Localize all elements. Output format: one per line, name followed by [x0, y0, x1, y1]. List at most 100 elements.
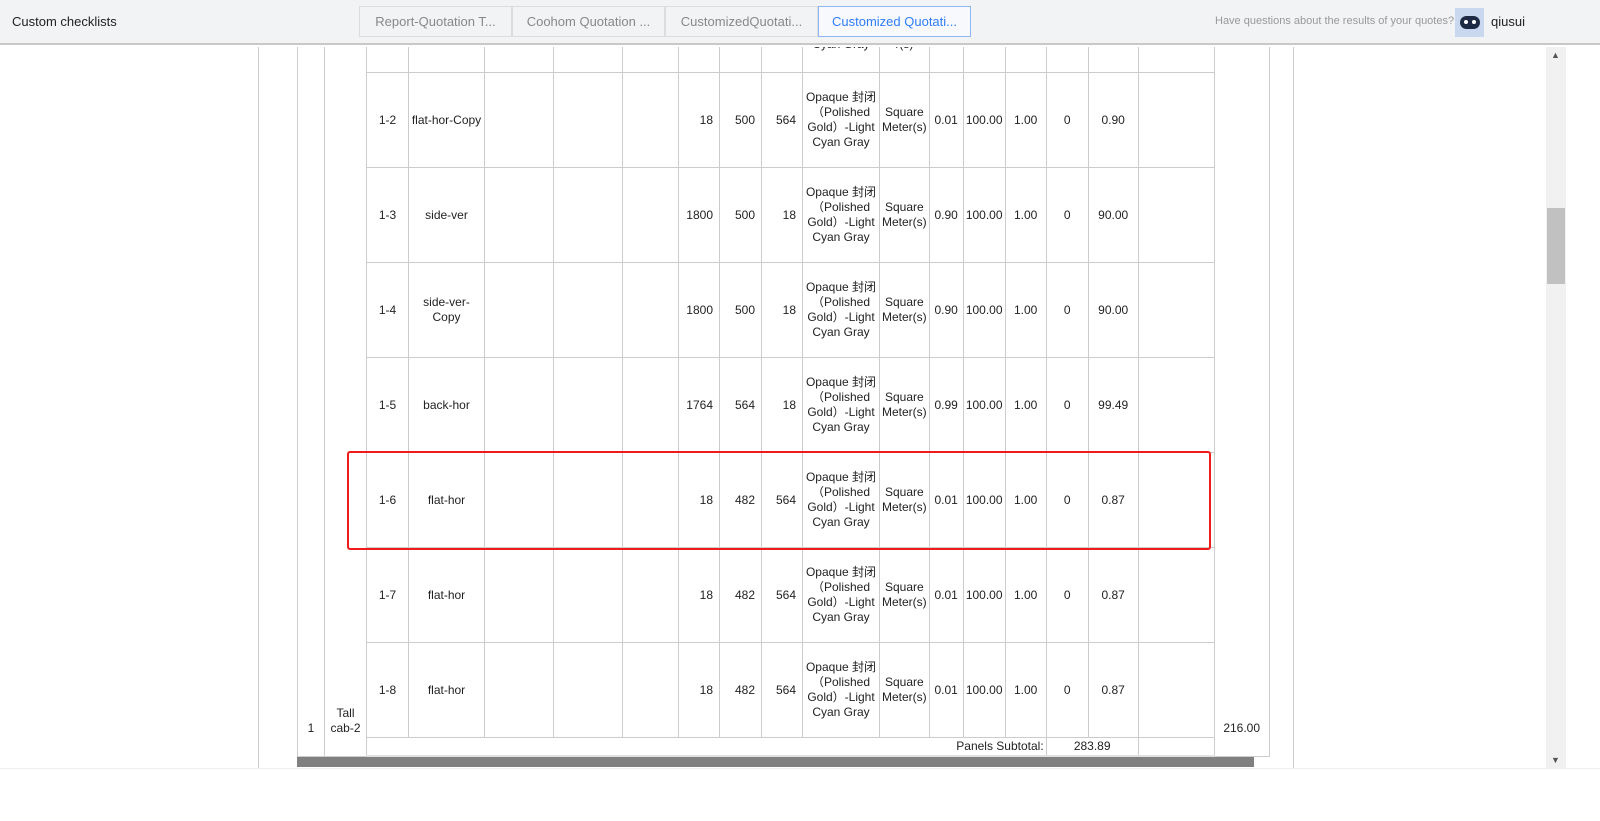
thickness-cell: 564 [761, 72, 803, 168]
empty-cell [484, 72, 554, 168]
material-cell: Opaque 封闭（Polished Gold）-Light Cyan Gray [802, 72, 880, 168]
unit-price-cell: 100.00 [962, 167, 1006, 263]
empty-cell [484, 642, 554, 738]
width-cell: 500 [719, 262, 762, 358]
length-cell: 18 [678, 547, 720, 643]
table-row: 1-8 flat-hor 18 482 564 Opaque 封闭（Polished Go… [298, 642, 1270, 738]
empty-cell [622, 167, 679, 263]
thickness-cell: 564 [761, 547, 803, 643]
material-cell: Opaque 封闭（Polished Gold）-Light Cyan Gray [802, 452, 880, 548]
empty-cell [1137, 262, 1215, 358]
quantity-cell: 0.99 [928, 357, 964, 453]
unit-cell: Square Meter(s) [879, 452, 930, 548]
width-cell: 500 [719, 167, 762, 263]
help-link[interactable]: Have questions about the results of your… [1215, 15, 1454, 27]
part-name-cell: back-hor [408, 357, 485, 453]
empty-cell [553, 72, 623, 168]
empty-cell [622, 642, 679, 738]
empty-cell [1137, 547, 1215, 643]
material-cell: Opaque 封闭（Polished Gold）-Light Cyan Gray [802, 262, 880, 358]
unit-cell: r(s) [879, 47, 930, 73]
table-row: 1-5 back-hor 1764 564 18 Opaque 封闭（Polished G… [298, 357, 1270, 453]
material-cell: Opaque 封闭（Polished Gold）-Light Cyan Gray [802, 547, 880, 643]
empty-cell [1137, 357, 1215, 453]
part-name-cell: flat-hor [408, 452, 485, 548]
tab-customizedquotation[interactable]: CustomizedQuotati... [665, 6, 818, 37]
empty-cell [1137, 72, 1215, 168]
length-cell: 1800 [678, 167, 720, 263]
material-cell: Opaque 封闭（Polished Gold）-Light Cyan Gray [802, 167, 880, 263]
empty-cell [553, 262, 623, 358]
unit-cell: Square Meter(s) [879, 642, 930, 738]
empty-cell [484, 167, 554, 263]
amount-cell: 0.87 [1087, 547, 1139, 643]
scroll-down-icon[interactable]: ▼ [1551, 755, 1560, 765]
amount-cell: 0.87 [1087, 642, 1139, 738]
extra-cell: 0 [1045, 357, 1089, 453]
empty-cell [1137, 737, 1215, 758]
empty-cell [1137, 642, 1215, 738]
empty-cell [1137, 167, 1215, 263]
part-code-cell: 1-2 [366, 72, 409, 168]
coefficient-cell: 1.00 [1004, 167, 1047, 263]
material-cell: Opaque 封闭（Polished Gold）-Light Cyan Gray [802, 357, 880, 453]
scrollbar-thumb[interactable] [1547, 208, 1565, 284]
amount-cell: 0.90 [1087, 72, 1139, 168]
scroll-up-icon[interactable]: ▲ [1551, 50, 1560, 60]
quantity-cell: 0.90 [928, 262, 964, 358]
width-cell: 482 [719, 547, 762, 643]
robot-avatar-icon[interactable] [1455, 8, 1484, 37]
amount-cell: 90.00 [1087, 167, 1139, 263]
coefficient-cell: 1.00 [1004, 642, 1047, 738]
quantity-cell: 0.01 [928, 452, 964, 548]
empty-cell [484, 452, 554, 548]
footer-area [0, 768, 1600, 821]
quantity-cell: 0.01 [928, 547, 964, 643]
unit-price-cell: 100.00 [962, 547, 1006, 643]
table-row: 1-6 flat-hor 18 482 564 Opaque 封闭（Polished Go… [298, 452, 1270, 548]
empty-cell [553, 167, 623, 263]
part-code-cell: 1-3 [366, 167, 409, 263]
page-title: Custom checklists [12, 14, 117, 29]
horizontal-scrollbar[interactable] [297, 757, 1254, 767]
coefficient-cell: 1.00 [1004, 357, 1047, 453]
tab-customized-quotation[interactable]: Customized Quotati... [818, 6, 971, 37]
username[interactable]: qiusui [1491, 14, 1525, 29]
unit-cell: Square Meter(s) [879, 167, 930, 263]
empty-cell [553, 642, 623, 738]
length-cell: 18 [678, 642, 720, 738]
part-name-cell: side-ver-Copy [408, 262, 485, 358]
amount-cell: 90.00 [1087, 262, 1139, 358]
material-cell: Opaque 封闭（Polished Gold）-Light Cyan Gray [802, 642, 880, 738]
width-cell: 564 [719, 357, 762, 453]
part-code-cell: 1-8 [366, 642, 409, 738]
empty-cell [553, 547, 623, 643]
tab-report-quotation[interactable]: Report-Quotation T... [359, 6, 512, 37]
table-row: 1 Tall cab-2 Cyan Gray r(s) 216.00 [297, 47, 1270, 757]
part-code-cell: 1-6 [366, 452, 409, 548]
part-code-cell: 1-5 [366, 357, 409, 453]
width-cell: 482 [719, 452, 762, 548]
part-name-cell: flat-hor [408, 547, 485, 643]
table-row: 1-3 side-ver 1800 500 18 Opaque 封闭（Polished G… [298, 167, 1270, 263]
empty-cell [484, 357, 554, 453]
empty-cell [622, 72, 679, 168]
width-cell: 500 [719, 72, 762, 168]
quantity-cell: 0.90 [928, 167, 964, 263]
tab-coohom-quotation[interactable]: Coohom Quotation ... [512, 6, 665, 37]
amount-cell: 0.87 [1087, 452, 1139, 548]
unit-cell: Square Meter(s) [879, 72, 930, 168]
quantity-cell: 0.01 [928, 72, 964, 168]
coefficient-cell: 1.00 [1004, 72, 1047, 168]
cabinet-total: 216.00 [1213, 47, 1270, 757]
amount-cell: 99.49 [1087, 357, 1139, 453]
vertical-scrollbar[interactable]: ▲ ▼ [1546, 47, 1566, 768]
unit-price-cell: 100.00 [962, 452, 1006, 548]
coefficient-cell: 1.00 [1004, 262, 1047, 358]
thickness-cell: 18 [761, 357, 803, 453]
extra-cell: 0 [1045, 452, 1089, 548]
divider [258, 47, 259, 768]
extra-cell: 0 [1045, 547, 1089, 643]
part-name-cell: flat-hor [408, 642, 485, 738]
table-row: 1-2 flat-hor-Copy 18 500 564 Opaque 封闭（Polish… [298, 72, 1270, 168]
